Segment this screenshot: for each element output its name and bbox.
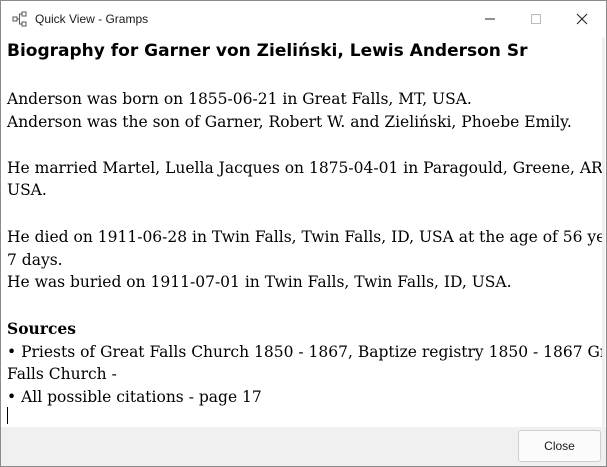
death-line-cont: 7 days. [7,251,63,269]
report-text-view[interactable]: Biography for Garner von Zieliński, Lewi… [1,37,605,427]
marriage-line-cont: USA. [7,181,47,199]
burial-line: He was buried on 1911-07-01 in Twin Fall… [7,273,512,291]
text-cursor [7,407,8,424]
source-item-cont: Falls Church - [7,365,117,383]
report-title: Biography for Garner von Zieliński, Lewi… [7,41,528,61]
window-title: Quick View - Gramps [35,12,149,26]
maximize-button[interactable] [513,1,559,37]
quick-view-window: Quick View - Gramps Biography for Garner… [0,0,607,467]
title-bar[interactable]: Quick View - Gramps [1,1,606,37]
sources-heading: Sources [7,319,76,338]
source-item: • All possible citations - page 17 [7,388,262,406]
minimize-icon [485,18,495,20]
parents-line: Anderson was the son of Garner, Robert W… [7,113,572,131]
close-window-button[interactable] [559,1,605,37]
vertical-scrollbar[interactable] [602,37,605,427]
close-button[interactable]: Close [518,430,601,462]
close-icon [576,13,588,25]
birth-line: Anderson was born on 1855-06-21 in Great… [7,90,472,108]
dialog-footer: Close [1,427,606,466]
death-line: He died on 1911-06-28 in Twin Falls, Twi… [7,228,605,246]
minimize-button[interactable] [467,1,513,37]
maximize-icon [531,14,541,24]
source-item: • Priests of Great Falls Church 1850 - 1… [7,343,605,361]
marriage-line: He married Martel, Luella Jacques on 187… [7,159,605,177]
gramps-tree-icon [12,11,27,27]
